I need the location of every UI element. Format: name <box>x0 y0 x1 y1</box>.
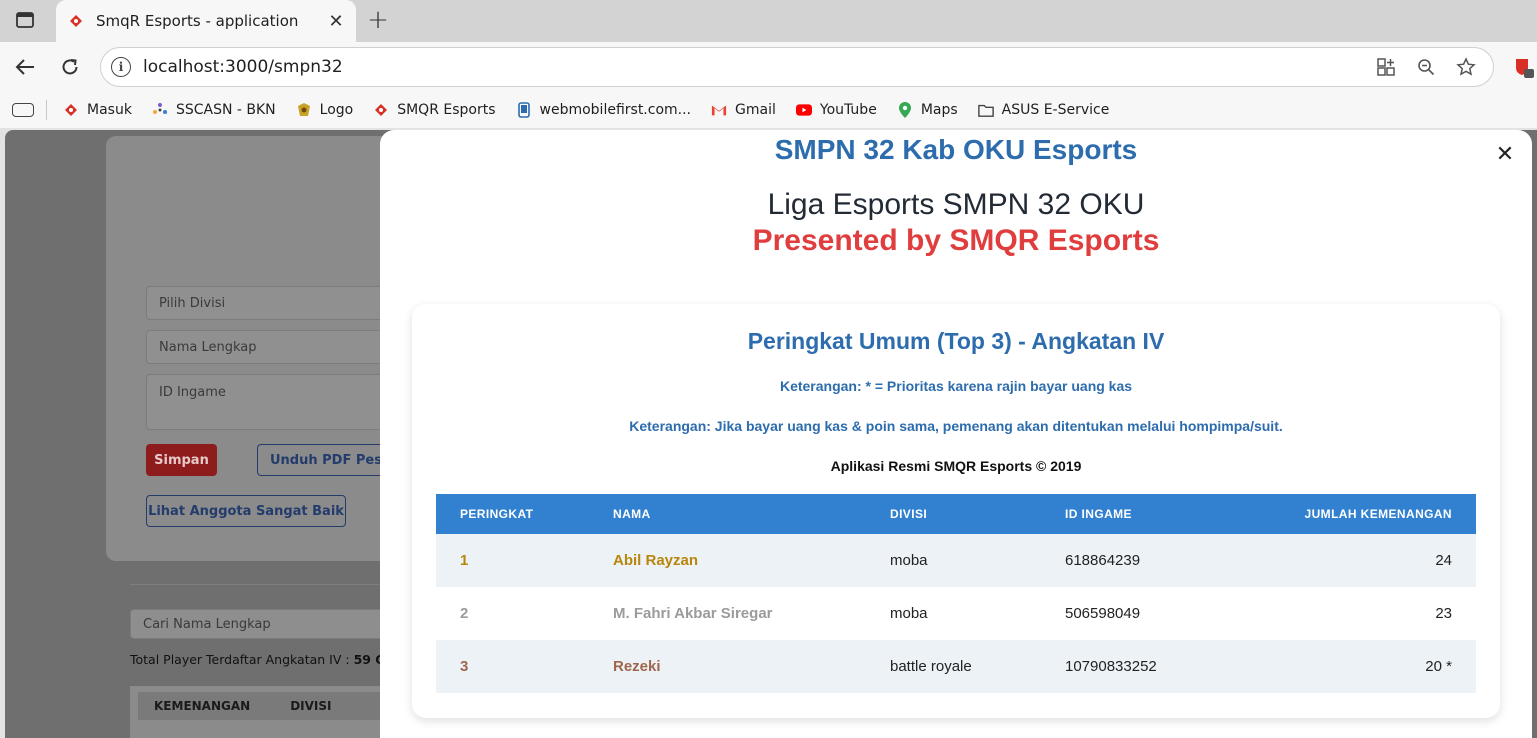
browser-tab-active[interactable]: SmqR Esports - application ✕ <box>56 0 356 42</box>
address-bar[interactable]: i localhost:3000/smpn32 <box>100 47 1494 87</box>
players-table-header: KEMENANGAN DIVISI <box>138 692 406 720</box>
sscasn-icon <box>152 102 168 118</box>
col-wins-header: JUMLAH KEMENANGAN <box>1304 507 1452 521</box>
ranking-table: PERINGKAT NAMA DIVISI ID INGAME JUMLAH K… <box>436 494 1476 693</box>
name-cell: Abil Rayzan <box>613 552 699 569</box>
division-cell: battle royale <box>890 658 972 675</box>
save-button[interactable]: Simpan <box>146 444 217 476</box>
url-text[interactable]: localhost:3000/smpn32 <box>143 57 1373 77</box>
note-tiebreak: Keterangan: Jika bayar uang kas & poin s… <box>629 418 1283 434</box>
league-subtitle: Liga Esports SMPN 32 OKU <box>767 188 1145 221</box>
reload-icon[interactable] <box>57 54 83 80</box>
ranking-table-header: PERINGKAT NAMA DIVISI ID INGAME JUMLAH K… <box>436 494 1476 534</box>
browser-toolbar: i localhost:3000/smpn32 <box>0 42 1537 92</box>
ingame-id-cell: 506598049 <box>1065 605 1141 622</box>
view-members-button[interactable]: Lihat Anggota Sangat Baik <box>146 495 346 527</box>
ranking-title: Peringkat Umum (Top 3) - Angkatan IV <box>747 328 1165 354</box>
bookmark-asus[interactable]: ASUS E-Service <box>977 102 1109 118</box>
bookmark-masuk[interactable]: Masuk <box>63 102 132 118</box>
extension-shield-icon[interactable] <box>1512 56 1534 78</box>
col-name-header: NAMA <box>613 507 651 521</box>
bookmark-star-icon[interactable] <box>1453 54 1479 80</box>
note-priority: Keterangan: * = Prioritas karena rajin b… <box>779 378 1133 394</box>
table-row: 2 M. Fahri Akbar Siregar moba 506598049 … <box>436 587 1476 640</box>
division-cell: moba <box>890 552 928 569</box>
folder-icon <box>977 102 994 118</box>
search-name-input[interactable]: Cari Nama Lengkap <box>130 609 406 639</box>
bookmark-logo[interactable]: Logo <box>296 102 353 118</box>
back-arrow-icon[interactable] <box>12 54 38 80</box>
smqr-favicon-icon <box>68 13 84 29</box>
wins-cell: 23 <box>1435 605 1452 622</box>
new-tab-icon[interactable]: + <box>365 5 391 35</box>
tab-close-icon[interactable]: ✕ <box>326 11 346 32</box>
bookmarks-bar: Masuk SSCASN - BKN Logo SMQR Esports web… <box>0 92 1537 128</box>
players-table: KEMENANGAN DIVISI <box>130 686 406 738</box>
table-row: 3 Rezeki battle royale 10790833252 20 * <box>436 640 1476 693</box>
name-cell: Rezeki <box>613 658 661 675</box>
zoom-icon[interactable] <box>1413 54 1439 80</box>
bookmark-gmail[interactable]: Gmail <box>711 102 776 118</box>
youtube-icon <box>795 102 812 118</box>
bookmark-sscasn[interactable]: SSCASN - BKN <box>152 102 276 118</box>
tab-search-icon[interactable] <box>12 103 34 117</box>
site-info-icon[interactable]: i <box>111 57 131 77</box>
ingame-id-input[interactable]: ID Ingame <box>146 374 406 430</box>
phone-icon <box>516 102 532 118</box>
table-row: 1 Abil Rayzan moba 618864239 24 <box>436 534 1476 587</box>
ranking-modal: ✕ SMPN 32 Kab OKU Esports Liga Esports S… <box>380 130 1532 738</box>
col-rank-header: PERINGKAT <box>460 507 534 521</box>
bookmark-smqr-esports[interactable]: SMQR Esports <box>373 102 496 118</box>
total-players-text: Total Player Terdaftar Angkatan IV : 59 … <box>130 652 386 667</box>
maps-pin-icon <box>897 102 913 118</box>
apps-grid-icon[interactable] <box>1373 54 1399 80</box>
bookmarks-separator <box>46 100 47 120</box>
logo-emblem-icon <box>296 102 312 118</box>
tab-title: SmqR Esports - application <box>96 12 299 30</box>
rank-cell: 2 <box>460 605 469 622</box>
copyright-text: Aplikasi Resmi SMQR Esports © 2019 <box>830 458 1082 474</box>
browser-tab-bar: SmqR Esports - application ✕ + <box>0 0 1537 42</box>
division-select[interactable]: Pilih Divisi <box>146 286 406 320</box>
gmail-icon <box>711 102 727 118</box>
full-name-input[interactable]: Nama Lengkap <box>146 330 406 364</box>
rank-cell: 1 <box>460 552 469 569</box>
ranking-card: Peringkat Umum (Top 3) - Angkatan IV Ket… <box>412 304 1500 718</box>
bookmark-webmobilefirst[interactable]: webmobilefirst.com... <box>516 102 691 118</box>
division-cell: moba <box>890 605 928 622</box>
ingame-id-cell: 10790833252 <box>1065 658 1157 675</box>
ingame-id-cell: 618864239 <box>1065 552 1141 569</box>
name-cell: M. Fahri Akbar Siregar <box>613 605 773 622</box>
smqr-icon <box>373 102 389 118</box>
tab-actions-icon[interactable] <box>12 9 38 31</box>
section-divider <box>130 584 406 585</box>
rank-cell: 3 <box>460 658 469 675</box>
col-ingame-header: ID INGAME <box>1065 507 1132 521</box>
bookmark-maps[interactable]: Maps <box>897 102 958 118</box>
presented-by-text: Presented by SMQR Esports <box>752 224 1160 257</box>
col-division-header: DIVISI <box>890 507 928 521</box>
bookmark-youtube[interactable]: YouTube <box>795 102 877 118</box>
modal-title: SMPN 32 Kab OKU Esports <box>774 134 1138 165</box>
wins-cell: 24 <box>1435 552 1452 569</box>
smqr-icon <box>63 102 79 118</box>
wins-cell: 20 * <box>1425 658 1452 675</box>
